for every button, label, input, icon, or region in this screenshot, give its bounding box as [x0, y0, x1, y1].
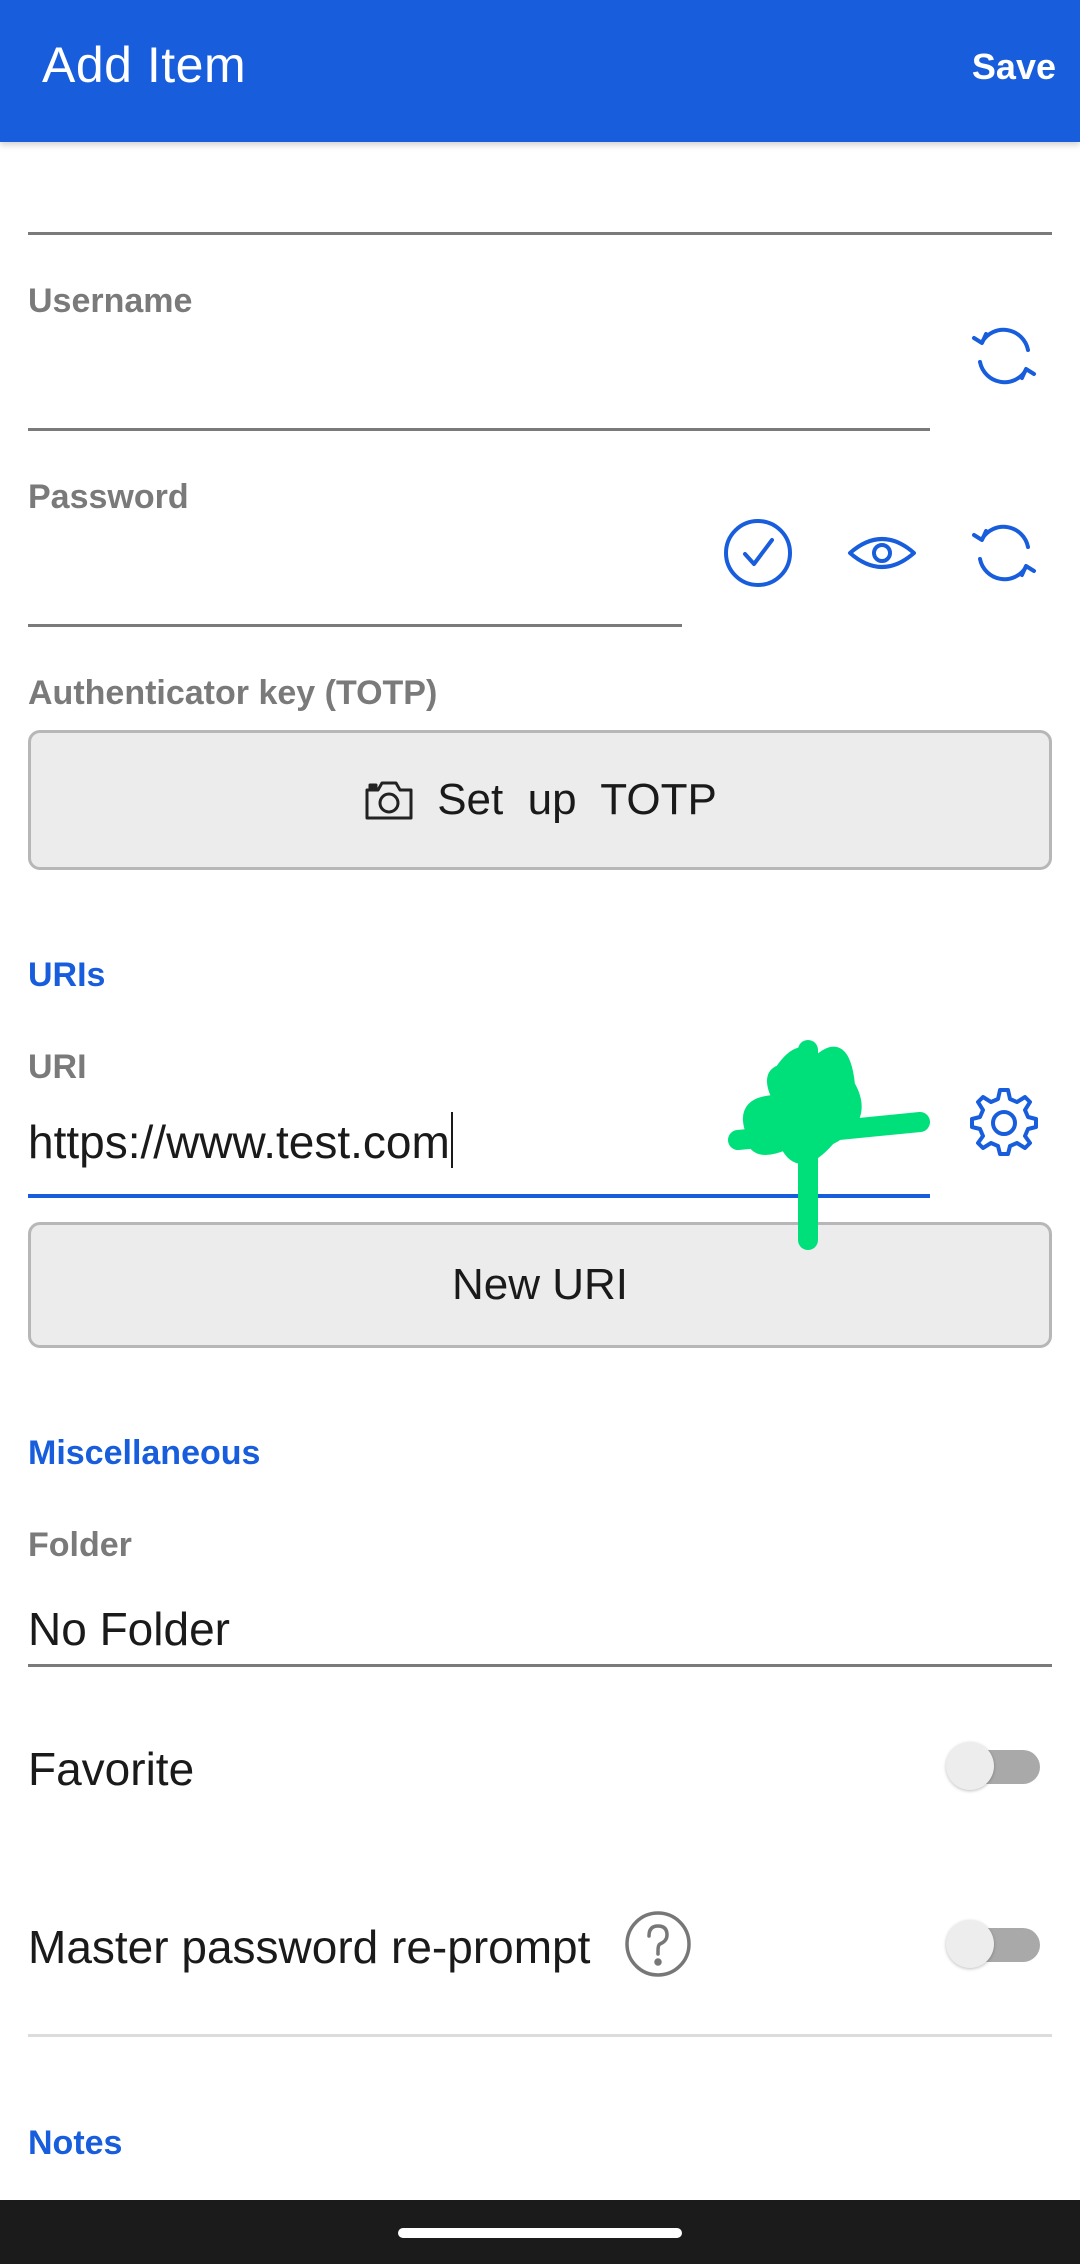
password-label: Password — [28, 478, 189, 516]
toggle-thumb — [946, 1742, 994, 1790]
home-handle[interactable] — [398, 2228, 682, 2238]
annotation-scribble — [728, 1040, 930, 1250]
section-divider — [28, 2034, 1052, 2037]
save-button[interactable]: Save — [972, 46, 1056, 88]
uri-label: URI — [28, 1048, 87, 1086]
uri-value: https://www.test.com — [28, 1116, 450, 1168]
camera-icon — [363, 778, 415, 822]
gear-icon[interactable] — [964, 1082, 1044, 1162]
new-uri-label: New URI — [451, 1260, 629, 1309]
setup-totp-button[interactable]: Set up TOTP — [28, 730, 1052, 870]
system-nav-bar — [0, 2200, 1080, 2264]
text-cursor — [450, 1112, 453, 1168]
username-input[interactable] — [28, 428, 930, 431]
refresh-icon[interactable] — [964, 513, 1044, 593]
uris-section-title: URIs — [28, 956, 106, 994]
reprompt-label: Master password re-prompt — [28, 1921, 591, 1973]
toggle-thumb — [946, 1920, 994, 1968]
username-label: Username — [28, 282, 193, 320]
folder-label: Folder — [28, 1526, 132, 1564]
misc-section-title: Miscellaneous — [28, 1434, 261, 1472]
check-circle-icon[interactable] — [718, 513, 798, 593]
favorite-label: Favorite — [28, 1743, 195, 1795]
folder-select[interactable]: No Folder — [28, 1602, 230, 1656]
eye-icon[interactable] — [842, 513, 922, 593]
totp-label: Authenticator key (TOTP) — [28, 674, 438, 712]
favorite-toggle[interactable] — [946, 1736, 1042, 1796]
password-input[interactable] — [28, 624, 682, 627]
reprompt-toggle[interactable] — [946, 1914, 1042, 1974]
folder-value: No Folder — [28, 1603, 230, 1655]
setup-totp-label: Set up TOTP — [437, 775, 717, 824]
page-title: Add Item — [42, 37, 247, 93]
app-bar: Add Item Save — [0, 0, 1080, 142]
uri-input[interactable]: https://www.test.com — [28, 1112, 453, 1169]
notes-section-title: Notes — [28, 2124, 123, 2162]
question-circle-icon[interactable] — [618, 1904, 698, 1984]
refresh-icon[interactable] — [964, 316, 1044, 396]
folder-underline — [28, 1664, 1052, 1667]
name-field-underline[interactable] — [28, 232, 1052, 235]
